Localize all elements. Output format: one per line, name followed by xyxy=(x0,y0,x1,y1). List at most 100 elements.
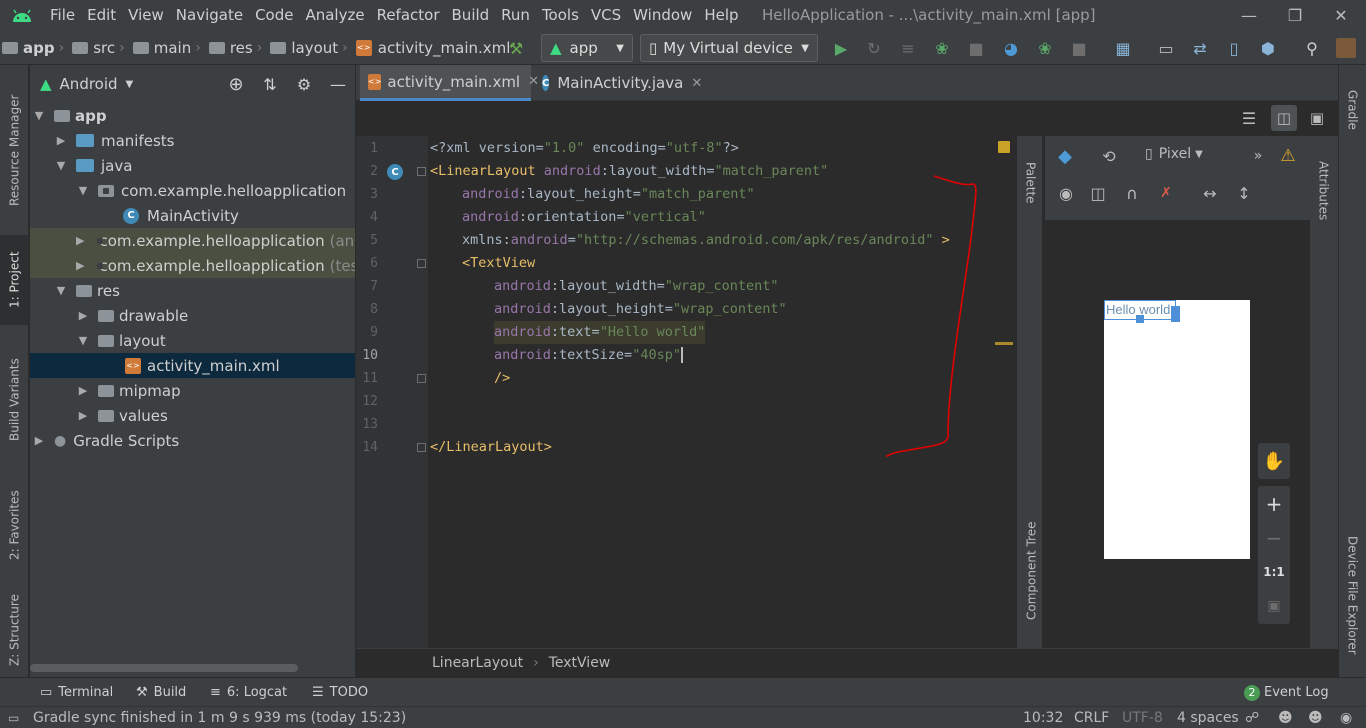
vertical-resize-icon[interactable]: ↕ xyxy=(1233,182,1255,204)
close-tab-icon[interactable]: ✕ xyxy=(691,76,702,91)
status-toggle-icon[interactable]: ▭ xyxy=(8,707,19,728)
line-separator[interactable]: CRLF xyxy=(1074,707,1109,728)
project-structure-icon[interactable]: ▦ xyxy=(1113,38,1133,58)
tree-item-mainactivity[interactable]: C MainActivity xyxy=(30,203,355,228)
horizontal-scrollbar[interactable] xyxy=(30,664,298,672)
tab-favorites[interactable]: 2: Favorites xyxy=(0,475,29,575)
warning-stripe-mark[interactable] xyxy=(995,342,1013,345)
tree-item-res[interactable]: ▼ res xyxy=(30,278,355,303)
tree-item-java[interactable]: ▼ java xyxy=(30,153,355,178)
more-icon[interactable]: » xyxy=(1247,145,1269,167)
zoom-fit-icon[interactable]: ▣ xyxy=(1258,592,1290,620)
fold-icon[interactable] xyxy=(417,167,426,176)
tab-project[interactable]: 1: Project xyxy=(0,235,29,325)
tool-terminal[interactable]: ▭ Terminal xyxy=(40,678,113,707)
tool-event-log[interactable]: 2 Event Log xyxy=(1244,678,1329,707)
menu-code[interactable]: Code xyxy=(249,0,299,31)
tree-item-gradle-scripts[interactable]: ▶ ● Gradle Scripts xyxy=(30,428,355,453)
blueprint-icon[interactable]: ◫ xyxy=(1087,182,1109,204)
code-view-icon[interactable]: ☰ xyxy=(1238,107,1260,129)
tab-build-variants[interactable]: Build Variants xyxy=(0,345,29,455)
tree-item-package-androidtest[interactable]: ▶com.example.helloapplication(anc xyxy=(30,228,355,253)
resize-handle[interactable] xyxy=(1136,315,1144,323)
tab-resource-manager[interactable]: Resource Manager xyxy=(0,75,29,225)
tab-activity-main[interactable]: <> activity_main.xml ✕ xyxy=(360,65,539,101)
menu-run[interactable]: Run xyxy=(495,0,536,31)
collapse-all-icon[interactable]: ⇅ xyxy=(253,75,287,94)
tree-item-app[interactable]: ▼ app xyxy=(30,103,355,128)
breadcrumb-file[interactable]: <> activity_main.xml xyxy=(354,39,513,57)
tool-todo[interactable]: ☰ TODO xyxy=(312,678,368,707)
minimize-icon[interactable]: — xyxy=(1226,0,1272,31)
tree-item-layout[interactable]: ▼ layout xyxy=(30,328,355,353)
notifications-icon[interactable]: ◉ xyxy=(1340,707,1352,728)
design-view-icon[interactable]: ▣ xyxy=(1306,107,1328,129)
file-encoding[interactable]: UTF-8 xyxy=(1122,707,1163,728)
run-icon[interactable]: ▶ xyxy=(831,38,851,58)
tree-item-package-test[interactable]: ▶ com.example.helloapplication (tes xyxy=(30,253,355,278)
hammer-icon[interactable]: ⚒ xyxy=(506,38,526,58)
breadcrumb-res[interactable]: res › xyxy=(207,39,269,57)
inspector-icon[interactable]: ☻ xyxy=(1278,707,1293,728)
stop-icon[interactable]: ■ xyxy=(1069,38,1089,58)
project-view-select[interactable]: Android xyxy=(60,75,118,93)
tab-component-tree[interactable]: Component Tree xyxy=(1017,506,1046,636)
breadcrumb-layout[interactable]: layout › xyxy=(268,39,353,57)
avatar[interactable] xyxy=(1336,38,1356,58)
menu-view[interactable]: View xyxy=(122,0,170,31)
tree-item-package[interactable]: ▼ com.example.helloapplication xyxy=(30,178,355,203)
hide-icon[interactable]: — xyxy=(321,75,355,94)
magnet-icon[interactable]: ∩ xyxy=(1121,182,1143,204)
inspection-status-icon[interactable] xyxy=(998,141,1010,153)
tree-item-drawable[interactable]: ▶ drawable xyxy=(30,303,355,328)
profiler-icon[interactable]: ◕ xyxy=(1001,38,1021,58)
tool-logcat[interactable]: ≡ 6: Logcat xyxy=(210,678,287,707)
gear-icon[interactable]: ⚙ xyxy=(287,75,321,94)
breadcrumb-linearlayout[interactable]: LinearLayout xyxy=(432,655,523,671)
menu-window[interactable]: Window xyxy=(627,0,698,31)
warning-icon[interactable]: ⚠ xyxy=(1277,145,1299,167)
apply-changes-icon[interactable]: ≡ xyxy=(898,38,918,58)
tab-palette[interactable]: Palette xyxy=(1017,148,1044,218)
breadcrumb-textview[interactable]: TextView xyxy=(549,655,611,671)
tab-mainactivity-java[interactable]: C MainActivity.java ✕ xyxy=(534,65,704,101)
device-preview[interactable] xyxy=(1104,300,1250,559)
zoom-actual-size-button[interactable]: 1:1 xyxy=(1258,558,1290,586)
menu-build[interactable]: Build xyxy=(446,0,496,31)
menu-navigate[interactable]: Navigate xyxy=(170,0,249,31)
tree-item-activity-main[interactable]: <> activity_main.xml xyxy=(30,353,355,378)
sync-icon[interactable]: ⇄ xyxy=(1190,38,1210,58)
chevron-down-icon[interactable]: ▼ xyxy=(126,79,134,90)
device-select[interactable]: ▯ My Virtual device ▼ xyxy=(640,34,818,62)
code-editor[interactable]: <?xml version="1.0" encoding="utf-8"?> <… xyxy=(428,136,1013,648)
caret-position[interactable]: 10:32 xyxy=(1023,707,1063,728)
menu-file[interactable]: File xyxy=(44,0,81,31)
fold-icon[interactable] xyxy=(417,259,426,268)
sdk-manager-icon[interactable]: ⬢ xyxy=(1258,38,1278,58)
menu-edit[interactable]: Edit xyxy=(81,0,122,31)
tab-structure[interactable]: Z: Structure xyxy=(0,590,29,670)
tree-item-mipmap[interactable]: ▶ mipmap xyxy=(30,378,355,403)
status-message[interactable]: Gradle sync finished in 1 m 9 s 939 ms (… xyxy=(33,707,406,728)
breadcrumb-main[interactable]: main › xyxy=(131,39,207,57)
menu-refactor[interactable]: Refactor xyxy=(371,0,446,31)
clear-constraints-icon[interactable]: ✗ xyxy=(1155,182,1177,204)
attach-debugger-icon[interactable]: ■ xyxy=(966,38,986,58)
fold-icon[interactable] xyxy=(417,443,426,452)
device-picker[interactable]: ▯ Pixel ▼ xyxy=(1145,146,1203,162)
bug-icon[interactable]: ❀ xyxy=(1035,38,1055,58)
resize-handle[interactable] xyxy=(1171,306,1180,322)
zoom-out-icon[interactable]: − xyxy=(1258,524,1290,552)
rotate-icon[interactable]: ⟲ xyxy=(1097,144,1121,168)
breadcrumb-src[interactable]: src › xyxy=(70,39,131,57)
tool-build[interactable]: ⚒ Build xyxy=(136,678,186,707)
menu-vcs[interactable]: VCS xyxy=(585,0,627,31)
menu-help[interactable]: Help xyxy=(698,0,744,31)
tab-attributes[interactable]: Attributes xyxy=(1310,146,1337,236)
terminal-window-icon[interactable]: ▭ xyxy=(1156,38,1176,58)
run-config-select[interactable]: ▲ app ▼ xyxy=(541,34,633,62)
breadcrumb-app[interactable]: app › xyxy=(0,39,70,57)
restore-icon[interactable]: ❐ xyxy=(1272,0,1318,31)
tab-gradle[interactable]: Gradle xyxy=(1339,75,1366,145)
horizontal-resize-icon[interactable]: ↔ xyxy=(1199,182,1221,204)
